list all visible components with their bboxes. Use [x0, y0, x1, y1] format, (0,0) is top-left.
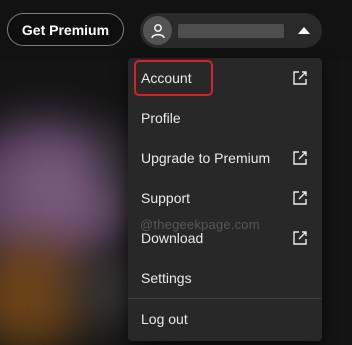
menu-item-settings[interactable]: Settings: [128, 258, 322, 298]
menu-item-label: Log out: [141, 311, 188, 327]
menu-item-label: Profile: [141, 110, 181, 126]
username-redacted: [178, 24, 284, 38]
external-link-icon: [293, 231, 307, 245]
get-premium-label: Get Premium: [21, 21, 110, 38]
menu-item-label: Download: [141, 230, 204, 246]
external-link-icon: [293, 151, 307, 165]
highlight-box: [134, 60, 213, 96]
app-window: Get Premium Account Profile Upgrade to P…: [0, 0, 352, 345]
menu-item-label: Settings: [141, 270, 192, 286]
user-menu-button[interactable]: [140, 13, 322, 48]
user-icon: [143, 16, 172, 45]
get-premium-button[interactable]: Get Premium: [7, 13, 124, 46]
menu-item-support[interactable]: Support: [128, 178, 322, 218]
external-link-icon: [293, 71, 307, 85]
menu-item-label: Upgrade to Premium: [141, 150, 271, 166]
caret-up-icon: [298, 27, 310, 34]
watermark: @thegeekpage.com: [140, 217, 260, 232]
menu-item-label: Support: [141, 190, 191, 206]
menu-item-profile[interactable]: Profile: [128, 98, 322, 138]
menu-item-logout[interactable]: Log out: [128, 299, 322, 339]
user-dropdown-menu: Account Profile Upgrade to Premium Suppo…: [128, 58, 322, 341]
menu-item-upgrade[interactable]: Upgrade to Premium: [128, 138, 322, 178]
external-link-icon: [293, 191, 307, 205]
